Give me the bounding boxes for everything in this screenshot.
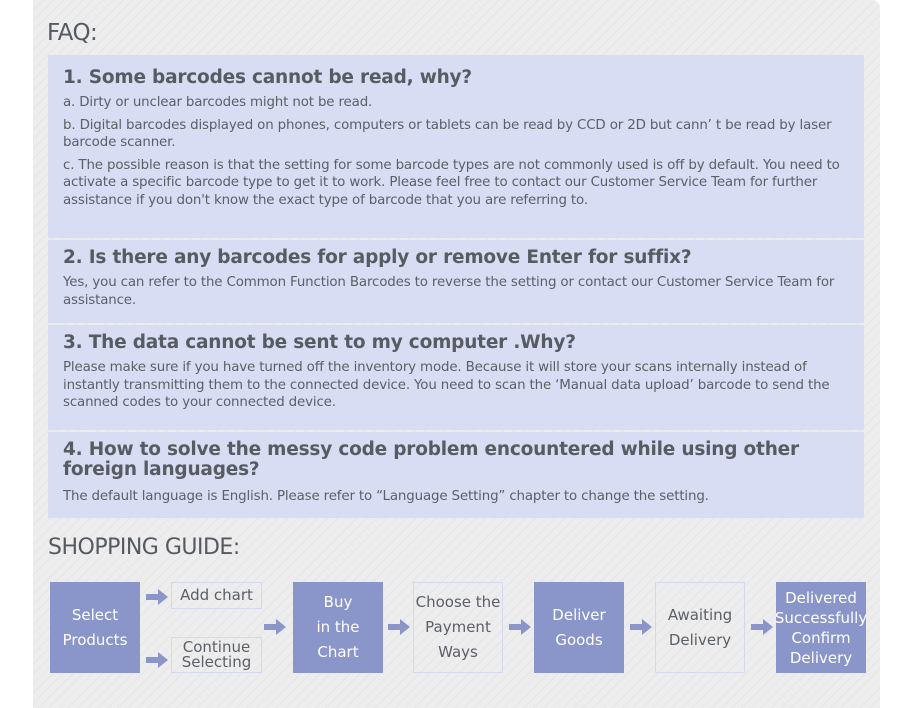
step-label: Awaiting Delivery <box>667 605 733 649</box>
step-label: Delivered Successfully Confirm Delivery <box>774 588 868 667</box>
right-arrow-icon <box>509 619 531 635</box>
right-arrow-icon <box>264 619 286 635</box>
step-label: Add chart <box>180 586 253 604</box>
shopping-flow: Select Products Add chart Continue Selec… <box>33 0 880 708</box>
right-arrow-icon <box>751 619 773 635</box>
step-select-products: Select Products <box>50 582 140 673</box>
step-choose-payment: Choose the Payment Ways <box>413 582 503 673</box>
right-arrow-icon <box>630 619 652 635</box>
step-deliver-goods: Deliver Goods <box>534 582 624 673</box>
step-delivered-confirm: Delivered Successfully Confirm Delivery <box>774 582 868 673</box>
step-add-chart: Add chart <box>171 582 262 609</box>
step-continue-selecting: Continue Selecting <box>171 637 262 673</box>
step-buy-in-chart: Buy in the Chart <box>293 582 383 673</box>
step-label: Continue Selecting <box>181 638 252 671</box>
step-label: Select Products <box>62 605 128 649</box>
step-awaiting-delivery: Awaiting Delivery <box>655 582 745 673</box>
right-arrow-icon <box>146 589 168 605</box>
step-label: Choose the Payment Ways <box>415 593 501 661</box>
content-panel: FAQ: 1. Some barcodes cannot be read, wh… <box>33 0 880 708</box>
step-label: Deliver Goods <box>552 605 606 649</box>
right-arrow-icon <box>146 652 168 668</box>
step-label: Buy in the Chart <box>316 593 360 661</box>
right-arrow-icon <box>388 619 410 635</box>
